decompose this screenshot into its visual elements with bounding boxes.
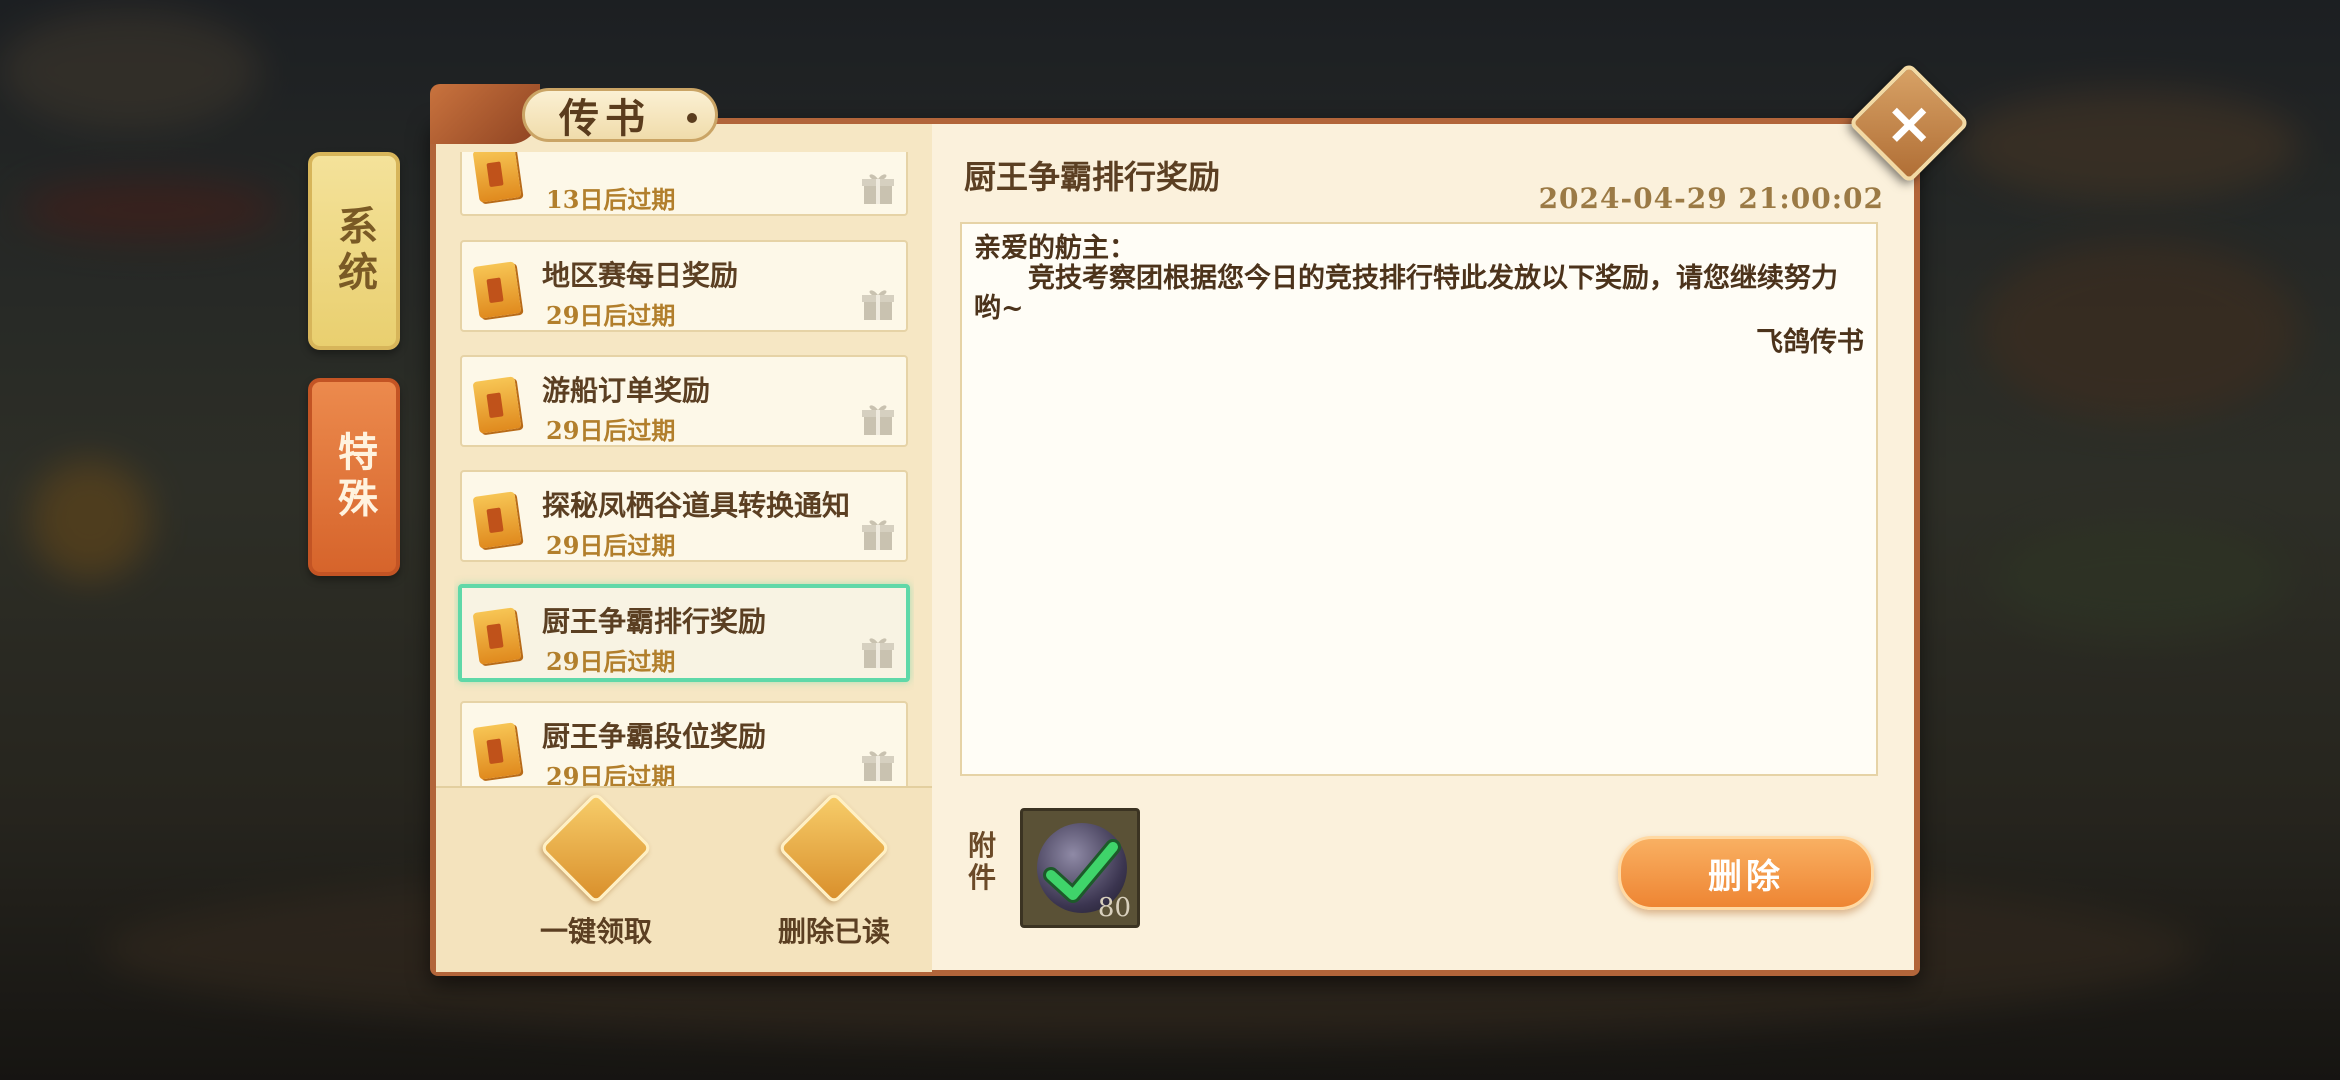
tab-system[interactable]: 系统 <box>308 152 400 350</box>
dot-decoration <box>687 113 697 123</box>
tab-special-label: 特殊 <box>331 431 378 523</box>
close-icon: × <box>1884 88 1934 157</box>
mail-detail: 厨王争霸排行奖励 2024-04-29 21:00:02 亲爱的舫主： 竞技考察… <box>932 124 1914 970</box>
gift-icon <box>862 638 894 668</box>
gift-icon <box>862 290 894 320</box>
collect-all-button[interactable]: 一键领取 <box>516 791 676 950</box>
mail-expire: 29日后过期 <box>546 531 676 560</box>
attachment-label: 附件 <box>968 829 997 894</box>
mail-title: 探秘凤栖谷道具转换通知 <box>542 489 851 522</box>
delete-read-button[interactable]: 删除已读 <box>754 791 914 950</box>
mail-item-selected[interactable]: 厨王争霸排行奖励 29日后过期 <box>458 584 910 682</box>
gift-box-icon <box>539 791 653 905</box>
window-title: 传书 <box>430 84 722 146</box>
mail-scroll-icon <box>472 607 522 665</box>
mail-expire: 29日后过期 <box>546 647 676 676</box>
mail-expire: 29日后过期 <box>546 762 676 786</box>
detail-body[interactable]: 亲爱的舫主： 竞技考察团根据您今日的竞技排行特此发放以下奖励，请您继续努力哟~ … <box>960 222 1878 776</box>
mail-expire: 29日后过期 <box>546 301 676 330</box>
detail-greeting: 亲爱的舫主： <box>974 233 1136 264</box>
mail-scroll-icon <box>472 722 522 780</box>
tab-system-label: 系统 <box>331 205 378 297</box>
mail-expire: 13日后过期 <box>546 185 676 214</box>
mail-expire: 29日后过期 <box>546 416 676 445</box>
attachment-count: 80 <box>1097 893 1131 923</box>
gift-icon <box>862 405 894 435</box>
mail-panel: 13日后过期 地区赛每日奖励 29日后过期 游船订单奖励 29日后过期 探秘凤栖… <box>430 118 1920 976</box>
mail-scroll-icon <box>472 152 522 203</box>
mail-title: 厨王争霸段位奖励 <box>542 720 767 753</box>
mail-scroll-icon <box>472 261 522 319</box>
mail-item[interactable]: 厨王争霸段位奖励 29日后过期 <box>460 701 908 786</box>
mail-title: 游船订单奖励 <box>542 374 711 407</box>
title-text: 传书 <box>559 95 651 142</box>
gift-icon <box>862 751 894 781</box>
delete-read-label: 删除已读 <box>777 915 890 948</box>
detail-signature: 飞鸽传书 <box>1756 327 1864 358</box>
gift-icon <box>862 520 894 550</box>
mail-scroll-icon <box>472 376 522 434</box>
delete-button[interactable]: 删除 <box>1618 836 1874 910</box>
attachment-item[interactable]: 80 <box>1020 808 1140 928</box>
list-actions: 一键领取 删除已读 <box>436 786 932 972</box>
mail-list-column: 13日后过期 地区赛每日奖励 29日后过期 游船订单奖励 29日后过期 探秘凤栖… <box>436 124 932 972</box>
tab-special[interactable]: 特殊 <box>308 378 400 576</box>
mail-title: 厨王争霸排行奖励 <box>542 605 767 638</box>
mail-title: 地区赛每日奖励 <box>542 259 739 292</box>
trash-icon <box>777 791 891 905</box>
mail-item[interactable]: 13日后过期 <box>460 152 908 216</box>
mail-item[interactable]: 游船订单奖励 29日后过期 <box>460 355 908 447</box>
detail-time: 2024-04-29 21:00:02 <box>1538 182 1884 215</box>
mail-item[interactable]: 地区赛每日奖励 29日后过期 <box>460 240 908 332</box>
detail-title: 厨王争霸排行奖励 <box>964 158 1221 196</box>
detail-paragraph: 竞技考察团根据您今日的竞技排行特此发放以下奖励，请您继续努力哟~ <box>974 263 1838 324</box>
mail-list[interactable]: 13日后过期 地区赛每日奖励 29日后过期 游船订单奖励 29日后过期 探秘凤栖… <box>454 152 914 786</box>
collect-all-label: 一键领取 <box>539 915 652 948</box>
mail-item[interactable]: 探秘凤栖谷道具转换通知 29日后过期 <box>460 470 908 562</box>
gift-icon <box>862 174 894 204</box>
mail-scroll-icon <box>472 491 522 549</box>
title-plate: 传书 <box>522 88 718 142</box>
